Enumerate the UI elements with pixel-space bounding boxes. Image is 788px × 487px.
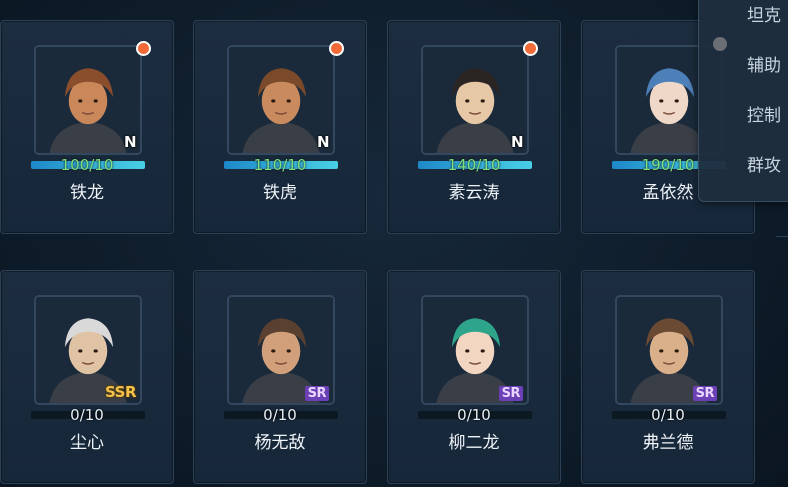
shard-progress-text: 100/10 bbox=[60, 156, 114, 174]
filter-option-aoe[interactable]: 群攻 bbox=[747, 151, 781, 176]
notification-dot-icon bbox=[136, 41, 151, 56]
filter-option-control[interactable]: 控制 bbox=[747, 101, 781, 126]
character-card-tiehu[interactable]: N 110/10 铁虎 bbox=[193, 20, 367, 234]
portrait-frame: N bbox=[421, 45, 529, 155]
portrait-eye-left bbox=[659, 349, 664, 353]
rarity-badge: N bbox=[510, 133, 524, 151]
portrait-eye-right bbox=[674, 349, 679, 353]
character-name: 弗兰德 bbox=[642, 433, 694, 453]
character-name: 铁虎 bbox=[263, 183, 297, 203]
rarity-badge: SR bbox=[304, 386, 329, 401]
character-name: 铁龙 bbox=[70, 183, 104, 203]
shard-progress-text: 140/10 bbox=[447, 156, 501, 174]
portrait-eye-left bbox=[659, 99, 664, 103]
shard-progress-text: 110/10 bbox=[253, 156, 307, 174]
portrait-eye-right bbox=[286, 99, 291, 103]
character-card-yangwudi[interactable]: SR 0/10 杨无敌 bbox=[193, 270, 367, 484]
shard-progress-text: 0/10 bbox=[263, 406, 297, 424]
portrait-frame: SSR bbox=[34, 295, 142, 405]
character-name: 尘心 bbox=[70, 433, 104, 453]
character-name: 素云涛 bbox=[448, 183, 500, 203]
character-roster-grid: N 100/10 铁龙 N 110/10 铁虎 N 140/10 素云涛 190… bbox=[0, 0, 788, 487]
rarity-badge: SSR bbox=[105, 383, 136, 401]
portrait-eye-right bbox=[480, 99, 485, 103]
portrait-frame: SR bbox=[227, 295, 335, 405]
character-card-tielong[interactable]: N 100/10 铁龙 bbox=[0, 20, 174, 234]
portrait-eye-right bbox=[286, 349, 291, 353]
filter-option-support[interactable]: 辅助 bbox=[747, 51, 781, 76]
role-filter-dropdown: 坦克 辅助 控制 群攻 bbox=[698, 0, 788, 202]
portrait-eye-right bbox=[93, 349, 98, 353]
portrait-eye-right bbox=[480, 349, 485, 353]
portrait-eye-right bbox=[674, 99, 679, 103]
shard-progress-text: 0/10 bbox=[651, 406, 685, 424]
filter-option-tank[interactable]: 坦克 bbox=[747, 1, 781, 26]
notification-dot-icon bbox=[329, 41, 344, 56]
rarity-badge: N bbox=[123, 133, 137, 151]
portrait-eye-left bbox=[78, 349, 83, 353]
character-name: 柳二龙 bbox=[448, 433, 500, 453]
character-card-liuerlong[interactable]: SR 0/10 柳二龙 bbox=[387, 270, 561, 484]
portrait-frame: N bbox=[227, 45, 335, 155]
portrait-eye-right bbox=[93, 99, 98, 103]
portrait-frame: N bbox=[34, 45, 142, 155]
radio-icon[interactable] bbox=[713, 37, 727, 51]
rarity-badge: N bbox=[316, 133, 330, 151]
rarity-badge: SR bbox=[498, 386, 523, 401]
shard-progress-text: 0/10 bbox=[457, 406, 491, 424]
notification-dot-icon bbox=[523, 41, 538, 56]
portrait-eye-left bbox=[465, 349, 470, 353]
portrait-eye-left bbox=[271, 99, 276, 103]
portrait-eye-left bbox=[78, 99, 83, 103]
portrait-eye-left bbox=[271, 349, 276, 353]
character-card-chenxin[interactable]: SSR 0/10 尘心 bbox=[0, 270, 174, 484]
character-card-fulande[interactable]: SR 0/10 弗兰德 bbox=[581, 270, 755, 484]
portrait-eye-left bbox=[465, 99, 470, 103]
portrait-frame: SR bbox=[421, 295, 529, 405]
character-card-suyuntao[interactable]: N 140/10 素云涛 bbox=[387, 20, 561, 234]
rarity-badge: SR bbox=[692, 386, 717, 401]
portrait-frame: SR bbox=[615, 295, 723, 405]
offscreen-card-edge bbox=[776, 236, 788, 237]
shard-progress-text: 0/10 bbox=[70, 406, 104, 424]
character-name: 杨无敌 bbox=[254, 433, 306, 453]
